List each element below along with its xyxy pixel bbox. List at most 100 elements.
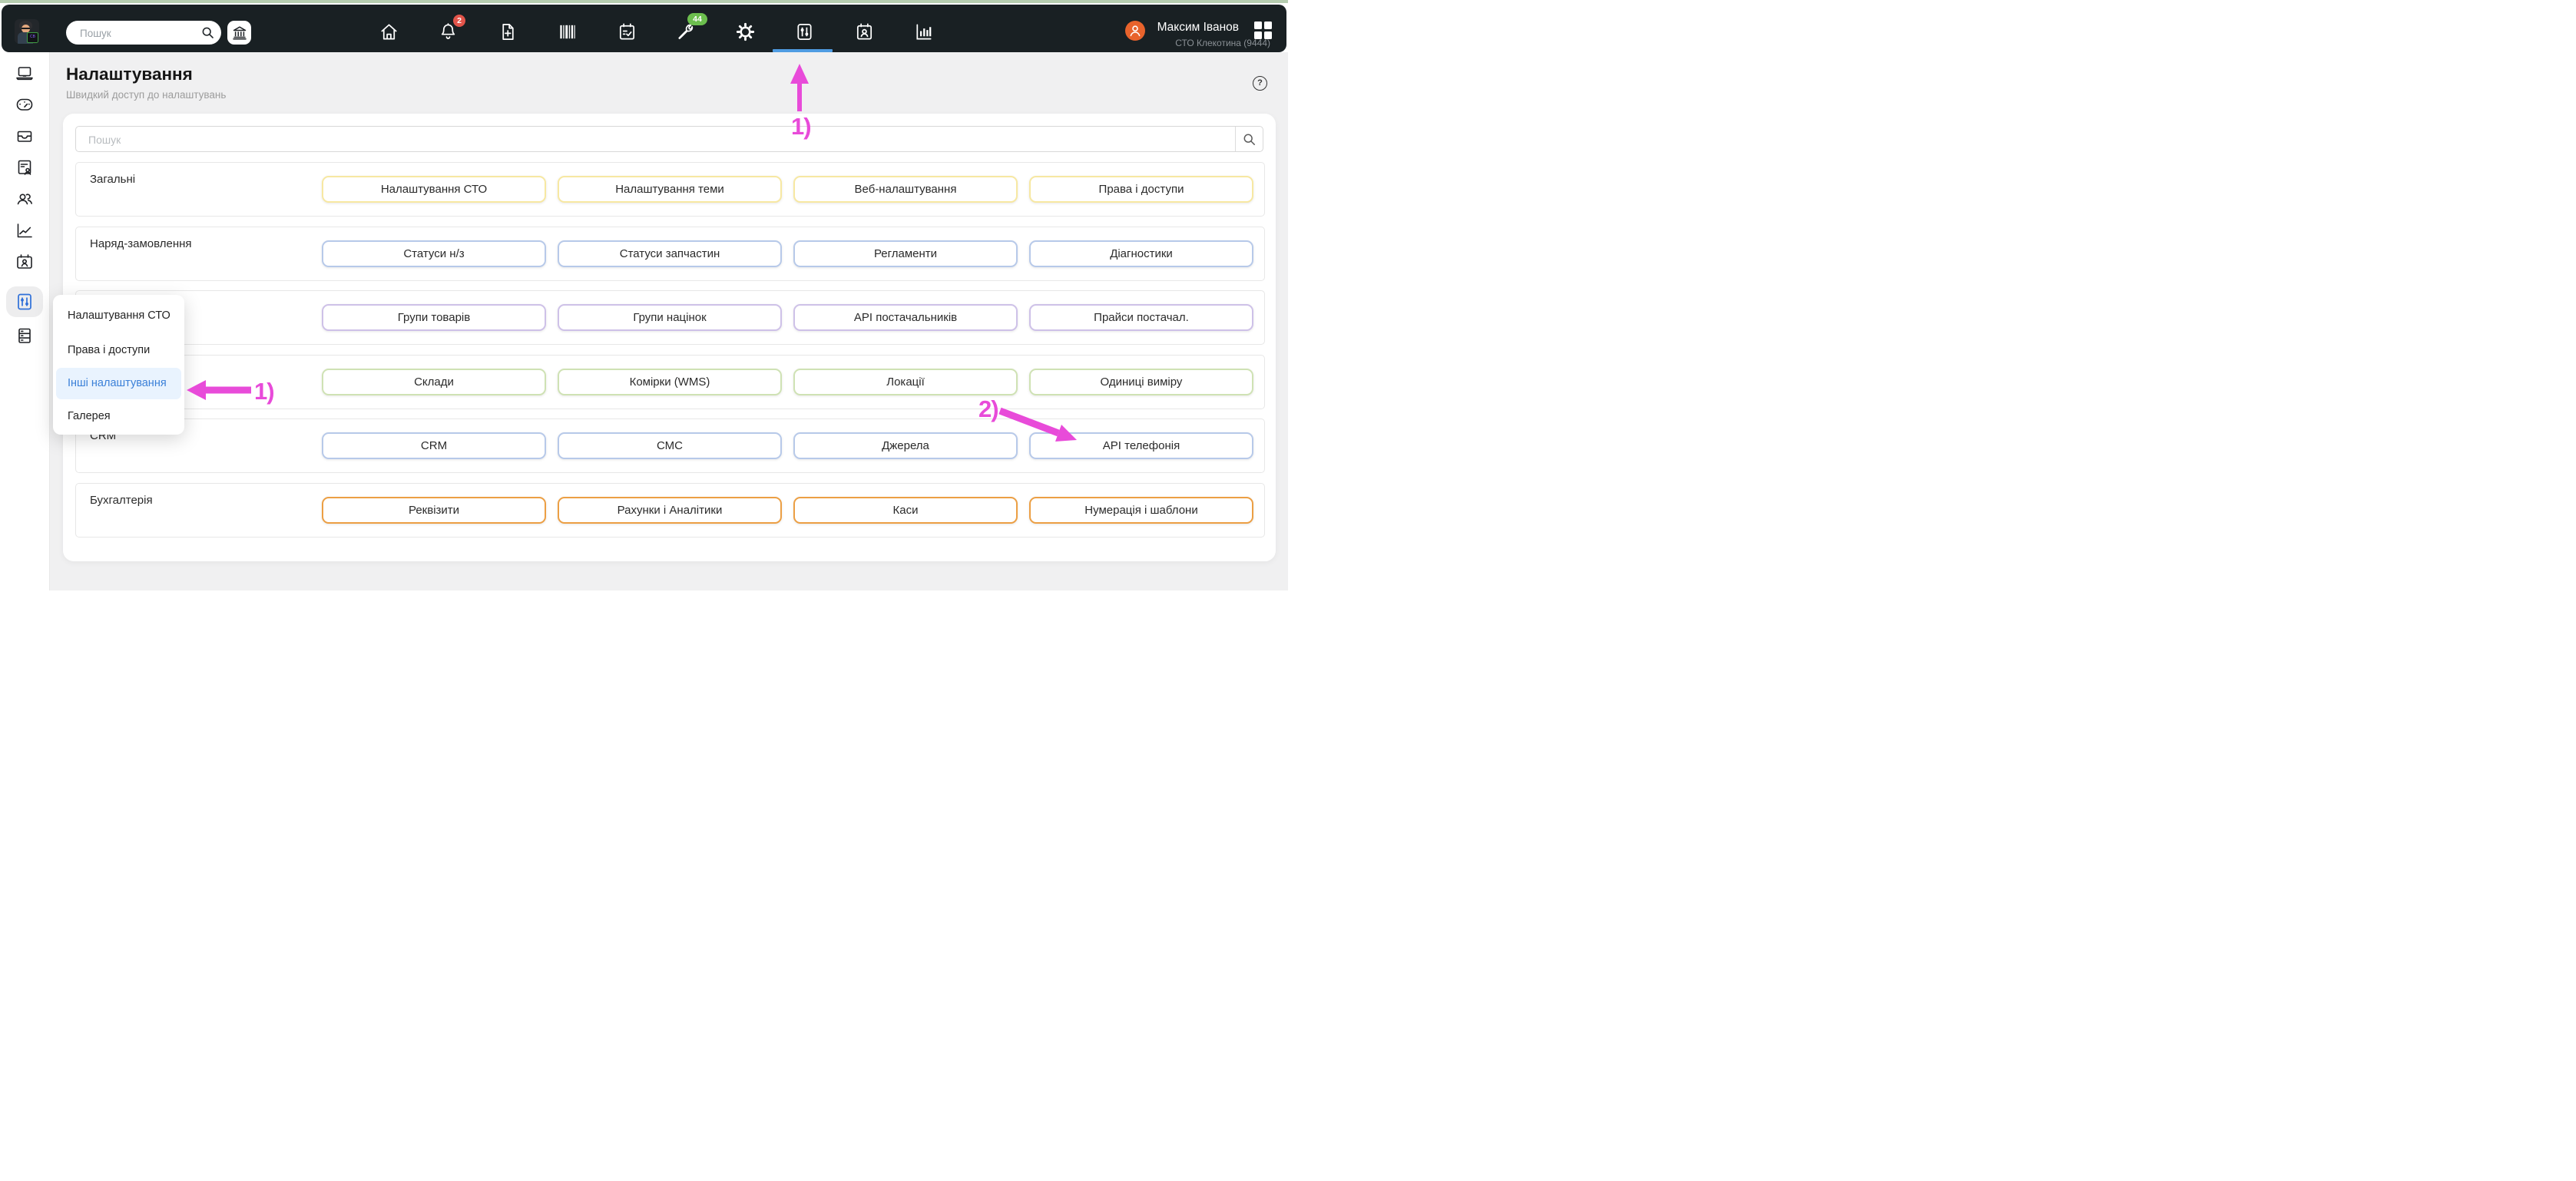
settings-dropdown-menu: Налаштування СТО Права і доступи Інші на… bbox=[53, 295, 184, 435]
settings-button[interactable]: Джерела bbox=[793, 432, 1018, 459]
settings-button[interactable]: Веб-налаштування bbox=[793, 176, 1018, 203]
section-goods: Групи товарів Групи націнок API постачал… bbox=[75, 290, 1265, 345]
section-work-orders: Наряд-замовлення Статуси н/з Статуси зап… bbox=[75, 226, 1265, 281]
user-organization: СТО Клекотина (9444) bbox=[1175, 38, 1270, 48]
sidebar-item-dashboard[interactable] bbox=[15, 94, 35, 114]
settings-button[interactable]: Статуси запчастин bbox=[558, 240, 782, 267]
sidebar-item-analytics[interactable] bbox=[15, 220, 35, 240]
settings-button[interactable]: Нумерація і шаблони bbox=[1029, 496, 1253, 524]
barcode-icon bbox=[560, 25, 575, 39]
search-icon[interactable] bbox=[1243, 133, 1256, 146]
menu-item-gallery[interactable]: Галерея bbox=[53, 399, 184, 434]
bar-chart-icon bbox=[916, 24, 932, 40]
settings-button[interactable]: Рахунки і Аналітики bbox=[558, 496, 782, 524]
settings-button[interactable]: Налаштування СТО bbox=[322, 176, 546, 203]
settings-panel: Загальні Налаштування СТО Налаштування т… bbox=[63, 114, 1276, 561]
section-crm: CRM CRM СМС Джерела API телефонія bbox=[75, 418, 1265, 473]
person-icon bbox=[1130, 25, 1141, 37]
line-chart-icon bbox=[17, 223, 32, 238]
nav-settings-gear[interactable] bbox=[735, 22, 756, 42]
logo-sign: CB bbox=[27, 32, 38, 43]
topbar-search[interactable] bbox=[66, 21, 221, 46]
sliders-icon bbox=[797, 23, 812, 41]
nav-reports[interactable] bbox=[913, 22, 934, 42]
panel-search[interactable] bbox=[75, 126, 1263, 153]
sidebar-item-contracts[interactable] bbox=[15, 157, 35, 177]
app-logo[interactable]: CB bbox=[15, 19, 39, 44]
search-divider bbox=[1235, 127, 1236, 151]
gear-icon bbox=[736, 22, 755, 41]
settings-button[interactable]: Регламенти bbox=[793, 240, 1018, 267]
panel-search-input[interactable] bbox=[87, 127, 1227, 153]
sidebar-item-schedule[interactable] bbox=[15, 252, 35, 272]
menu-item-rights-access[interactable]: Права і доступи bbox=[53, 333, 184, 368]
settings-button[interactable]: СМС bbox=[558, 432, 782, 459]
search-icon bbox=[201, 26, 214, 39]
section-category: Наряд-замовлення bbox=[90, 237, 192, 250]
annotation-step1-menu-label: 1) bbox=[254, 378, 275, 405]
grid-icon bbox=[1254, 22, 1272, 39]
page-subtitle: Швидкий доступ до налаштувань bbox=[66, 89, 227, 101]
settings-button[interactable]: Каси bbox=[793, 496, 1018, 524]
page-title: Налаштування bbox=[66, 65, 193, 84]
annotation-step2-label: 2) bbox=[978, 395, 999, 422]
section-category: Бухгалтерія bbox=[90, 493, 153, 507]
topbar: CB Пошук 2 44 Максим Іванов СТО Клекотин… bbox=[2, 5, 1286, 52]
contacts-board-icon bbox=[856, 23, 872, 40]
nav-settings-sliders[interactable] bbox=[794, 22, 815, 42]
nav-contacts[interactable] bbox=[854, 22, 875, 42]
nav-checklist[interactable] bbox=[617, 22, 637, 42]
section-category: Загальні bbox=[90, 173, 136, 186]
annotation-arrow-up bbox=[790, 64, 809, 111]
settings-button[interactable]: Реквізити bbox=[322, 496, 546, 524]
board-person-icon bbox=[17, 254, 32, 269]
settings-button[interactable]: Групи націнок bbox=[558, 304, 782, 331]
annotation-step1-nav-label: 1) bbox=[791, 113, 812, 140]
annotation-arrow-left bbox=[187, 380, 251, 400]
sidebar-item-warehouse[interactable] bbox=[15, 326, 35, 346]
logo-avatar-glasses bbox=[22, 28, 30, 29]
nav-barcode[interactable] bbox=[557, 22, 578, 42]
settings-button[interactable]: Права і доступи bbox=[1029, 176, 1253, 203]
sidebar-item-inbox[interactable] bbox=[15, 126, 35, 146]
settings-button[interactable]: Налаштування теми bbox=[558, 176, 782, 203]
settings-button[interactable]: Одиниці виміру bbox=[1029, 368, 1253, 395]
nav-home[interactable] bbox=[379, 22, 399, 42]
document-person-icon bbox=[18, 160, 31, 175]
settings-button[interactable]: Діагностики bbox=[1029, 240, 1253, 267]
server-stack-icon bbox=[18, 328, 31, 343]
notifications-badge: 2 bbox=[453, 15, 465, 27]
bank-button[interactable] bbox=[227, 21, 251, 45]
settings-button[interactable]: CRM bbox=[322, 432, 546, 459]
user-avatar[interactable] bbox=[1125, 21, 1145, 41]
help-icon[interactable]: ? bbox=[1253, 76, 1267, 91]
sliders-icon bbox=[18, 293, 31, 310]
sidebar-item-clients[interactable] bbox=[15, 189, 35, 209]
document-add-icon bbox=[502, 23, 514, 41]
settings-button[interactable]: Склади bbox=[322, 368, 546, 395]
settings-button[interactable]: API постачальників bbox=[793, 304, 1018, 331]
sidebar-item-laptop[interactable] bbox=[15, 63, 35, 83]
user-name[interactable]: Максим Іванов bbox=[1157, 21, 1239, 35]
section-accounting: Бухгалтерія Реквізити Рахунки і Аналітик… bbox=[75, 482, 1265, 538]
users-icon bbox=[17, 194, 32, 205]
gauge-icon bbox=[16, 98, 33, 111]
settings-button[interactable]: Локації bbox=[793, 368, 1018, 395]
window-top-strip bbox=[0, 0, 1288, 3]
apps-grid-button[interactable] bbox=[1254, 22, 1272, 39]
menu-item-sto-settings[interactable]: Налаштування СТО bbox=[53, 299, 184, 333]
settings-button[interactable]: Статуси н/з bbox=[322, 240, 546, 267]
sidebar-item-settings[interactable] bbox=[15, 292, 35, 312]
settings-button[interactable]: Комірки (WMS) bbox=[558, 368, 782, 395]
tasks-badge: 44 bbox=[687, 13, 707, 25]
settings-button[interactable]: Групи товарів bbox=[322, 304, 546, 331]
bank-icon bbox=[232, 25, 247, 40]
annotation-arrow-diagonal bbox=[998, 407, 1077, 442]
home-icon bbox=[381, 24, 397, 40]
topbar-search-input[interactable] bbox=[78, 21, 197, 46]
laptop-icon bbox=[16, 67, 33, 81]
settings-button[interactable]: Прайси постачал. bbox=[1029, 304, 1253, 331]
nav-new-document[interactable] bbox=[498, 22, 518, 42]
checklist-icon bbox=[619, 23, 635, 40]
menu-item-other-settings[interactable]: Інші налаштування bbox=[56, 368, 181, 399]
